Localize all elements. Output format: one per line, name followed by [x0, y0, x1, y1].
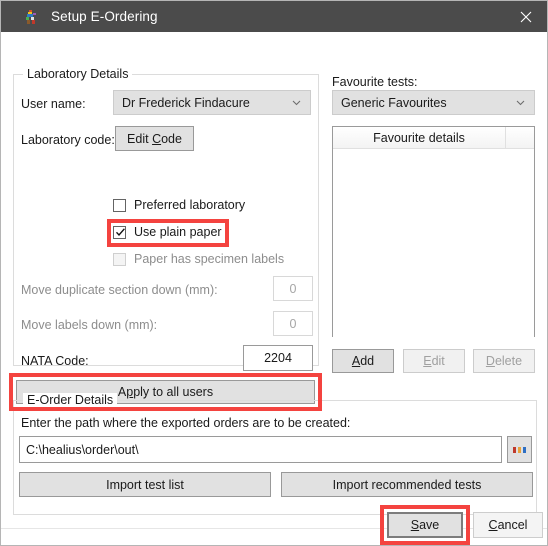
cancel-button[interactable]: Cancel: [473, 512, 543, 538]
apply-to-all-users-label: Apply to all users: [117, 385, 214, 399]
column-header-favourite-details[interactable]: Favourite details: [333, 127, 506, 148]
window-title: Setup E-Ordering: [51, 9, 158, 24]
checkbox-box: [113, 225, 126, 239]
title-bar: Setup E-Ordering: [1, 1, 547, 32]
move-duplicate-section-input: 0: [273, 276, 313, 301]
footer-divider: [1, 528, 547, 529]
close-icon[interactable]: [503, 1, 547, 32]
delete-favourite-button: Delete: [473, 349, 535, 373]
laboratory-code-label: Laboratory code:: [21, 133, 115, 147]
nata-code-label: NATA Code:: [21, 354, 89, 368]
move-labels-down-label: Move labels down (mm):: [21, 318, 158, 332]
check-icon: [115, 227, 126, 238]
edit-code-button[interactable]: Edit Code: [115, 126, 194, 151]
chevron-down-icon: [292, 98, 301, 107]
use-plain-paper-label: Use plain paper: [134, 225, 222, 239]
cancel-label: Cancel: [488, 518, 528, 532]
browse-path-button[interactable]: [507, 436, 532, 463]
export-path-input[interactable]: C:\healius\order\out\: [19, 436, 502, 463]
checkbox-box: [113, 252, 126, 266]
edit-favourite-label: Edit: [423, 354, 445, 368]
move-duplicate-section-value: 0: [289, 281, 297, 296]
move-duplicate-section-label: Move duplicate section down (mm):: [21, 283, 218, 297]
checkbox-box: [113, 198, 126, 212]
import-recommended-tests-label: Import recommended tests: [332, 477, 482, 492]
listview-body[interactable]: [333, 149, 534, 337]
edit-favourite-button: Edit: [403, 349, 465, 373]
nata-code-input[interactable]: 2204: [243, 345, 313, 371]
ellipsis-icon: [513, 446, 526, 453]
delete-favourite-label: Delete: [485, 354, 523, 368]
save-label: Save: [410, 518, 440, 532]
export-path-value: C:\healius\order\out\: [26, 442, 139, 457]
add-favourite-label: Add: [351, 354, 375, 368]
chevron-down-icon: [516, 98, 525, 107]
laboratory-details-legend: Laboratory Details: [23, 67, 133, 81]
import-recommended-tests-button[interactable]: Import recommended tests: [281, 472, 533, 497]
import-test-list-label: Import test list: [106, 477, 184, 492]
dialog-body: Laboratory Details User name: Dr Frederi…: [1, 32, 547, 545]
setup-e-ordering-dialog: Setup E-Ordering Laboratory Details User…: [0, 0, 548, 546]
favourite-tests-combobox[interactable]: Generic Favourites: [332, 90, 535, 115]
paper-has-specimen-labels-checkbox: Paper has specimen labels: [113, 252, 284, 266]
e-order-details-legend: E-Order Details: [23, 393, 118, 407]
user-name-label: User name:: [21, 97, 86, 111]
nata-code-value: 2204: [264, 351, 292, 365]
move-labels-down-value: 0: [289, 316, 297, 331]
import-test-list-button[interactable]: Import test list: [19, 472, 271, 497]
app-runner-icon: [23, 9, 39, 25]
save-button[interactable]: Save: [387, 512, 463, 538]
add-favourite-button[interactable]: Add: [332, 349, 394, 373]
edit-code-label: Edit Code: [127, 131, 182, 146]
move-labels-down-input: 0: [273, 311, 313, 336]
listview-header: Favourite details: [333, 127, 534, 149]
favourite-details-listview[interactable]: Favourite details: [332, 126, 535, 337]
favourite-tests-value: Generic Favourites: [341, 95, 447, 110]
export-path-prompt: Enter the path where the exported orders…: [21, 416, 351, 430]
use-plain-paper-checkbox[interactable]: Use plain paper: [113, 225, 222, 239]
user-name-combobox[interactable]: Dr Frederick Findacure: [113, 90, 311, 115]
preferred-laboratory-checkbox[interactable]: Preferred laboratory: [113, 198, 245, 212]
user-name-value: Dr Frederick Findacure: [122, 95, 250, 110]
column-header-blank[interactable]: [506, 127, 534, 148]
preferred-laboratory-label: Preferred laboratory: [134, 198, 246, 212]
favourite-tests-label: Favourite tests:: [332, 75, 418, 89]
paper-has-specimen-labels-label: Paper has specimen labels: [134, 252, 285, 266]
